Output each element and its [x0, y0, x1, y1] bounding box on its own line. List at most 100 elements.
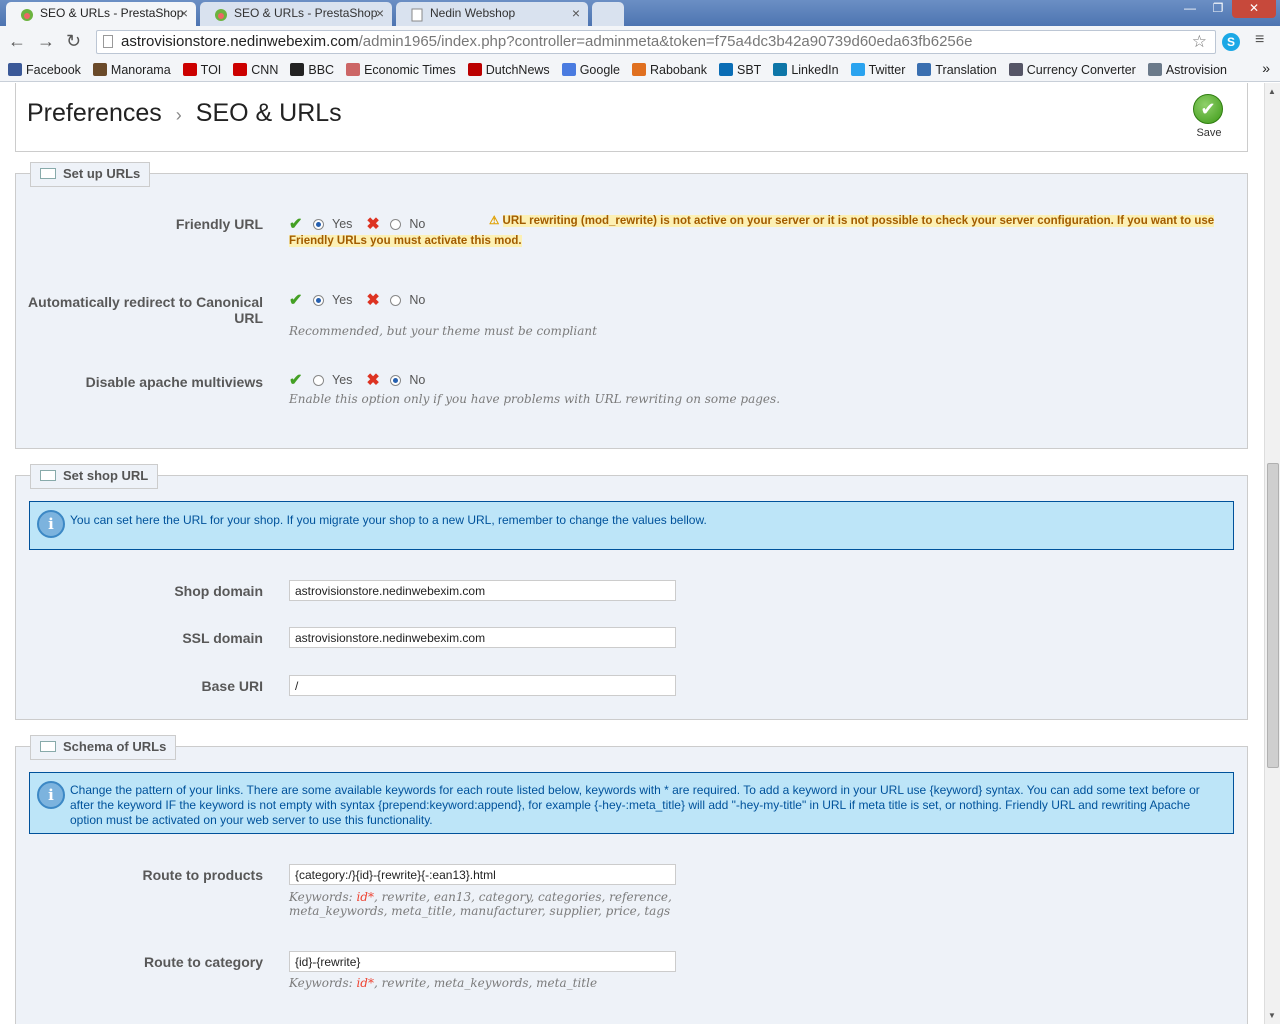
bookmark-label: Rabobank	[650, 62, 707, 77]
bookmark-favicon-icon	[719, 63, 733, 76]
bookmark-economic-times[interactable]: Economic Times	[346, 63, 456, 77]
bookmark-facebook[interactable]: Facebook	[8, 63, 81, 77]
shop-url-panel: Set shop URL i You can set here the URL …	[15, 464, 1248, 720]
more-bookmarks-icon[interactable]: »	[1262, 60, 1270, 76]
save-button[interactable]: ✔ Save	[1193, 94, 1225, 139]
forward-arrow-icon[interactable]: →	[37, 31, 55, 52]
tab-close-icon[interactable]: ×	[180, 2, 188, 24]
bookmark-rabobank[interactable]: Rabobank	[632, 63, 707, 77]
keyboard-icon	[40, 741, 56, 752]
address-bar[interactable]: astrovisionstore.nedinwebexim.com/admin1…	[96, 30, 1216, 54]
keyboard-icon	[40, 168, 56, 179]
bookmark-twitter[interactable]: Twitter	[850, 63, 905, 77]
bookmark-label: Astrovision	[1165, 62, 1227, 77]
browser-toolbar: ← → ↻ astrovisionstore.nedinwebexim.com/…	[0, 26, 1280, 58]
multiviews-yes-radio[interactable]	[313, 374, 324, 386]
multiviews-label: Disable apache multiviews	[85, 374, 263, 390]
window-close-icon[interactable]: ✕	[1232, 0, 1276, 18]
warning-icon: ⚠	[489, 215, 503, 227]
base-uri-input[interactable]	[289, 675, 676, 696]
legend-text: Set up URLs	[63, 166, 141, 181]
bookmark-astrovision[interactable]: Astrovision	[1147, 62, 1227, 77]
keywords-list: , rewrite, meta_keywords, meta_title	[374, 976, 598, 990]
base-uri-label: Base URI	[201, 678, 263, 694]
setup-urls-legend: Set up URLs	[30, 162, 151, 187]
bookmark-favicon-icon	[290, 63, 305, 76]
tab-nedin-webshop[interactable]: Nedin Webshop ×	[396, 2, 588, 26]
bookmark-favicon-icon	[561, 63, 576, 76]
route-category-input[interactable]	[289, 951, 676, 972]
breadcrumb-current: SEO & URLs	[195, 99, 342, 127]
tab-seo-urls-2[interactable]: SEO & URLs - PrestaShop ×	[200, 2, 392, 26]
scroll-down-icon[interactable]: ▼	[1268, 1011, 1276, 1020]
bookmark-dutchnews[interactable]: DutchNews	[467, 63, 550, 77]
shop-domain-label: Shop domain	[174, 583, 263, 599]
back-arrow-icon[interactable]: ←	[8, 31, 26, 52]
tab-close-icon[interactable]: ×	[376, 2, 384, 24]
check-icon: ✔	[289, 292, 303, 309]
bookmark-favicon-icon	[92, 63, 107, 76]
bookmark-label: BBC	[308, 62, 335, 77]
bookmark-favicon-icon	[1008, 63, 1023, 76]
schema-urls-panel: Schema of URLs i Change the pattern of y…	[15, 735, 1248, 1024]
reload-icon[interactable]: ↻	[66, 31, 81, 52]
bookmark-label: TOI	[200, 62, 222, 77]
menu-icon[interactable]: ≡	[1255, 31, 1264, 49]
tab-seo-urls-1[interactable]: SEO & URLs - PrestaShop ×	[6, 2, 196, 26]
scroll-thumb[interactable]	[1267, 463, 1279, 768]
bookmark-manorama[interactable]: Manorama	[92, 63, 171, 77]
mod-rewrite-warning: ⚠ URL rewriting (mod_rewrite) is not act…	[289, 211, 1229, 251]
page-header: Preferences › SEO & URLs ✔ Save	[15, 83, 1248, 152]
shop-url-info: i You can set here the URL for your shop…	[29, 501, 1234, 550]
bookmark-sbt[interactable]: SBT	[719, 63, 761, 77]
info-icon: i	[37, 781, 65, 809]
check-icon: ✔	[289, 372, 303, 389]
bookmark-favicon-icon	[467, 63, 482, 76]
bookmark-favicon-icon	[182, 63, 197, 76]
shop-domain-input[interactable]	[289, 580, 676, 601]
checkmark-icon: ✔	[1193, 94, 1223, 124]
canonical-no-radio[interactable]	[390, 294, 402, 306]
multiviews-no-radio[interactable]	[390, 374, 402, 386]
tab-close-icon[interactable]: ×	[572, 2, 580, 24]
friendly-url-label: Friendly URL	[175, 216, 263, 232]
bookmark-favicon-icon	[346, 63, 361, 76]
bookmark-label: Translation	[935, 62, 997, 77]
cross-icon: ✖	[366, 372, 380, 389]
breadcrumb-parent[interactable]: Preferences	[27, 99, 162, 127]
address-path: /admin1965/index.php?controller=adminmet…	[358, 33, 973, 50]
ssl-domain-input[interactable]	[289, 627, 676, 648]
route-category-label: Route to category	[143, 954, 263, 970]
tab-title: SEO & URLs - PrestaShop	[40, 6, 184, 20]
maximize-icon[interactable]: ❐	[1204, 0, 1232, 18]
bookmark-linkedin[interactable]: LinkedIn	[773, 63, 839, 77]
legend-text: Schema of URLs	[63, 739, 167, 754]
bookmark-favicon-icon	[850, 63, 865, 76]
required-keyword: id*	[356, 976, 374, 990]
bookmark-translation[interactable]: Translation	[917, 62, 997, 77]
bookmark-cnn[interactable]: CNN	[233, 63, 278, 77]
bookmark-star-icon[interactable]: ☆	[1192, 31, 1207, 53]
new-tab-button[interactable]	[592, 2, 624, 26]
bookmark-bbc[interactable]: BBC	[290, 63, 334, 77]
bookmark-favicon-icon	[632, 63, 646, 76]
canonical-yes-radio[interactable]	[313, 294, 324, 306]
ssl-domain-label: SSL domain	[182, 630, 263, 646]
scroll-up-icon[interactable]: ▲	[1268, 87, 1276, 96]
info-icon: i	[37, 510, 65, 538]
page-content: Preferences › SEO & URLs ✔ Save Set up URL…	[0, 83, 1264, 1024]
browser-tabstrip: SEO & URLs - PrestaShop × SEO & URLs - P…	[0, 0, 1280, 26]
bookmark-currency-converter[interactable]: Currency Converter	[1008, 63, 1136, 77]
cross-icon: ✖	[366, 292, 380, 309]
yes-label: Yes	[332, 373, 353, 387]
skype-icon[interactable]: S	[1222, 33, 1240, 51]
page-icon	[103, 35, 113, 48]
bookmark-google[interactable]: Google	[561, 63, 620, 77]
bookmark-toi[interactable]: TOI	[182, 62, 222, 77]
setup-urls-panel: Set up URLs Friendly URL ✔ Yes ✖ No ⚠ UR…	[15, 162, 1248, 449]
route-products-input[interactable]	[289, 864, 676, 885]
minimize-icon[interactable]: —	[1176, 0, 1204, 18]
route-products-keywords: Keywords: id*, rewrite, ean13, category,…	[289, 890, 749, 918]
bookmark-favicon-icon	[1147, 63, 1162, 76]
page-scrollbar[interactable]: ▲ ▼	[1264, 83, 1280, 1024]
